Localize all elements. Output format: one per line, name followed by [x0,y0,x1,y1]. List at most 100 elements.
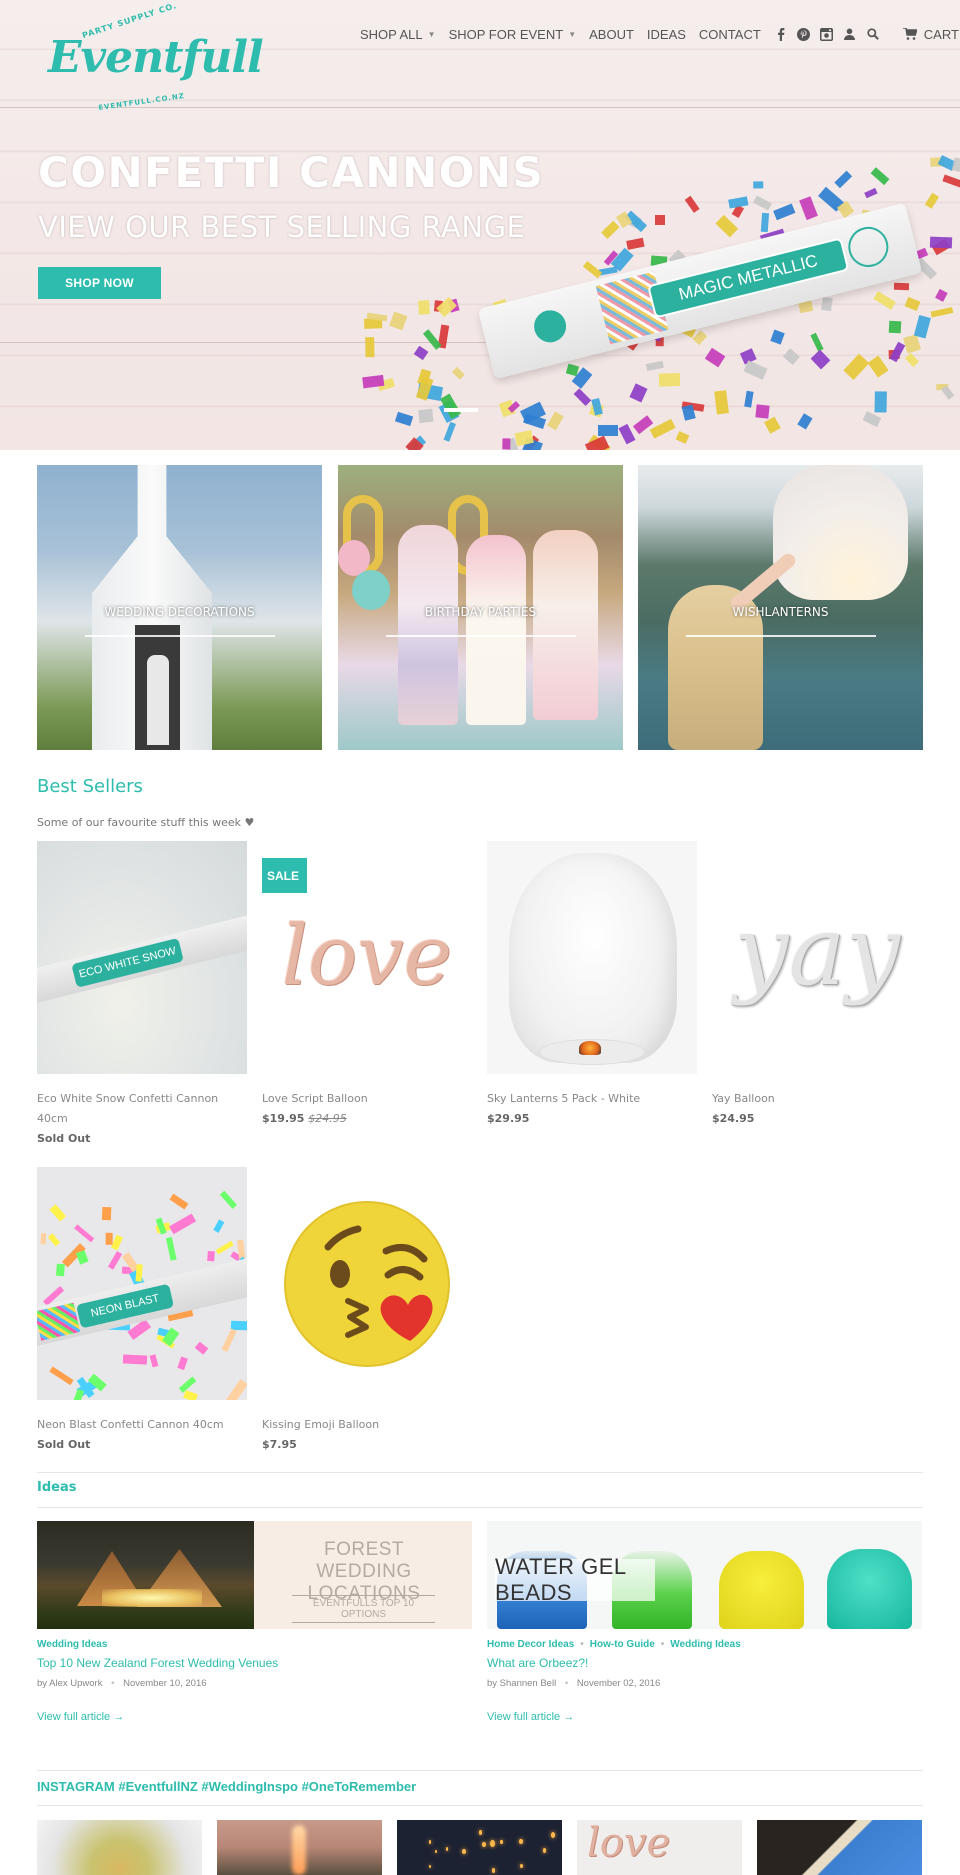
product-name[interactable]: Sky Lanterns 5 Pack - White [487,1089,697,1109]
article-title[interactable]: Top 10 New Zealand Forest Wedding Venues [37,1656,472,1670]
article-date: November 10, 2016 [123,1678,207,1689]
confetti-piece [929,236,953,249]
logo[interactable]: PARTY SUPPLY CO. Eventfull EVENTFULL.CO.… [40,1,264,112]
product-name[interactable]: Neon Blast Confetti Cannon 40cm [37,1415,247,1435]
article-tag[interactable]: How-to Guide [590,1639,655,1650]
section-divider [37,1770,923,1771]
bride-figure [147,655,169,745]
confetti-piece [834,170,853,189]
pinterest-icon[interactable] [797,27,811,41]
article-title[interactable]: What are Orbeez?! [487,1656,922,1670]
confetti-piece [150,1354,159,1368]
article-tag[interactable]: Home Decor Ideas [487,1639,574,1650]
nav-shop-all[interactable]: SHOP ALL ▼ [360,27,436,42]
article-tag[interactable]: Wedding Ideas [670,1639,740,1650]
confetti-piece [443,421,457,442]
hero-title: CONFETTI CANNONS [38,148,545,197]
article-image[interactable]: FOREST WEDDING LOCATIONS EVENTFULLS TOP … [37,1521,472,1629]
product-card[interactable]: love SALE Love Script Balloon $19.95 $24… [262,841,472,1129]
category-tile-birthday[interactable]: BIRTHDAY PARTIES [338,465,623,750]
product-image: yay [712,841,922,1074]
search-icon[interactable] [866,27,880,41]
article-card: WATER GEL BEADS Home Decor Ideas • How-t… [487,1521,922,1724]
confetti-piece [684,195,701,214]
article-image[interactable]: WATER GEL BEADS [487,1521,922,1629]
balloon-image: yay [734,895,900,1007]
product-name[interactable]: Kissing Emoji Balloon [262,1415,472,1435]
instagram-tile[interactable] [217,1820,382,1875]
article-tag[interactable]: Wedding Ideas [37,1639,107,1650]
confetti-piece [395,412,414,428]
sale-price: $19.95 [262,1112,305,1125]
sunset-glow [292,1825,306,1875]
confetti-piece [362,374,385,389]
product-card[interactable]: yay Yay Balloon $24.95 [712,841,922,1129]
product-name[interactable]: Love Script Balloon [262,1089,472,1109]
category-label: WEDDING DECORATIONS [104,605,255,619]
instagram-tile[interactable] [397,1820,562,1875]
instagram-tile[interactable] [37,1820,202,1875]
confetti-piece [862,410,882,427]
confetti-piece [773,203,796,220]
confetti-window [37,1302,81,1341]
product-price: $29.95 [487,1112,530,1125]
product-card[interactable]: Sky Lanterns 5 Pack - White $29.95 [487,841,697,1129]
nav-ideas[interactable]: IDEAS [647,27,686,42]
confetti-piece [601,220,620,240]
confetti-piece [743,360,768,380]
confetti-piece [502,438,511,450]
cart-link[interactable]: CART [902,27,959,42]
slider-indicator-active[interactable] [444,408,478,412]
confetti-piece [728,196,749,209]
nav-label: IDEAS [646,26,686,42]
confetti-piece [914,314,932,339]
confetti-piece [713,389,729,414]
product-card[interactable]: ECO WHITE SNOW Eco White Snow Confetti C… [37,841,247,1149]
instagram-tile[interactable]: love [577,1820,742,1875]
category-tile-wedding[interactable]: WEDDING DECORATIONS [37,465,322,750]
confetti-piece [230,1320,247,1330]
nav-shop-for-event[interactable]: SHOP FOR EVENT ▼ [449,27,577,42]
category-label: WISHLANTERNS [732,605,829,619]
yellow-beads-vase [719,1551,804,1629]
view-full-article-link[interactable]: View full article → [487,1711,574,1723]
view-full-article-link[interactable]: View full article → [37,1711,124,1723]
tag-separator: • [660,1639,665,1650]
cannon-tube: ECO WHITE SNOW [37,912,247,1004]
instagram-icon[interactable] [820,27,834,41]
hero-subtitle: VIEW OUR BEST SELLING RANGE [38,210,526,244]
confetti-piece [547,411,565,431]
product-name[interactable]: Yay Balloon [712,1089,922,1109]
confetti-piece [194,1341,209,1355]
confetti-piece [889,341,906,363]
account-icon[interactable] [843,27,857,41]
confetti-piece [658,372,680,387]
confetti-piece [753,195,773,210]
nav-about[interactable]: ABOUT [589,27,634,42]
instagram-tile[interactable] [757,1820,922,1875]
nav-contact[interactable]: CONTACT [699,27,761,42]
confetti-piece [213,1219,225,1233]
instagram-title: INSTAGRAM #EventfullNZ #WeddingInspo #On… [37,1779,417,1794]
product-card[interactable]: NEON BLAST Neon Blast Confetti Cannon 40… [37,1167,247,1455]
original-price: $24.95 [308,1112,347,1125]
best-sellers-title: Best Sellers [37,776,143,797]
lantern-image [773,465,908,600]
product-name[interactable]: Eco White Snow Confetti Cannon 40cm [37,1089,247,1129]
product-status: Sold Out [37,1132,91,1145]
category-tile-wishlanterns[interactable]: WISHLANTERNS [638,465,923,750]
article-card: FOREST WEDDING LOCATIONS EVENTFULLS TOP … [37,1521,472,1724]
teal-balloon [352,570,390,610]
confetti-piece [573,387,592,406]
article-date: November 02, 2016 [576,1678,661,1689]
article-author: by Alex Upwork [37,1678,103,1689]
product-card[interactable]: Kissing Emoji Balloon $7.95 [262,1167,472,1455]
shop-now-button[interactable]: SHOP NOW [38,267,161,299]
product-image: NEON BLAST [37,1167,247,1400]
confetti-piece [365,337,375,358]
hero-banner[interactable]: MAGIC METALLIC PARTY SUPPLY CO. Eventful… [0,0,960,450]
chevron-down-icon: ▼ [568,29,577,39]
confetti-piece [215,1240,234,1254]
article-tags: Home Decor Ideas • How-to Guide • Weddin… [487,1639,922,1650]
facebook-icon[interactable] [774,27,788,41]
